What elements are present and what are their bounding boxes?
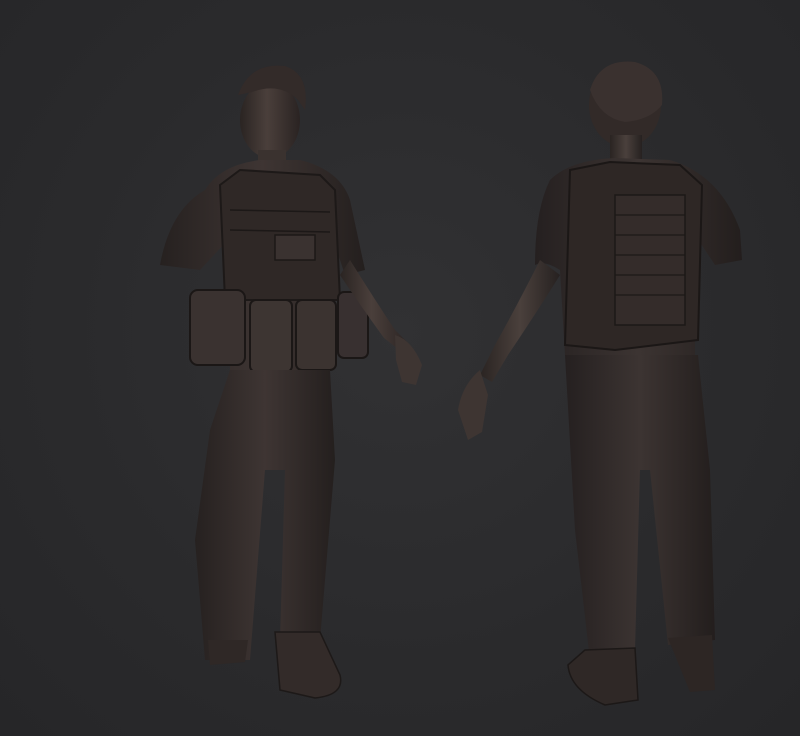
- arm-back: [458, 260, 560, 440]
- back-view-figure: [458, 61, 742, 706]
- sculpt-viewport[interactable]: [0, 0, 800, 736]
- front-view-figure: [160, 65, 422, 699]
- boots: [208, 631, 342, 699]
- cargo-pants: [195, 370, 335, 660]
- head: [238, 65, 306, 172]
- magazine-pouches: [189, 289, 369, 373]
- plate-carrier-vest: [218, 168, 342, 301]
- cargo-pants-back: [565, 355, 715, 660]
- plate-carrier-back: [563, 160, 704, 352]
- head-back: [589, 61, 663, 163]
